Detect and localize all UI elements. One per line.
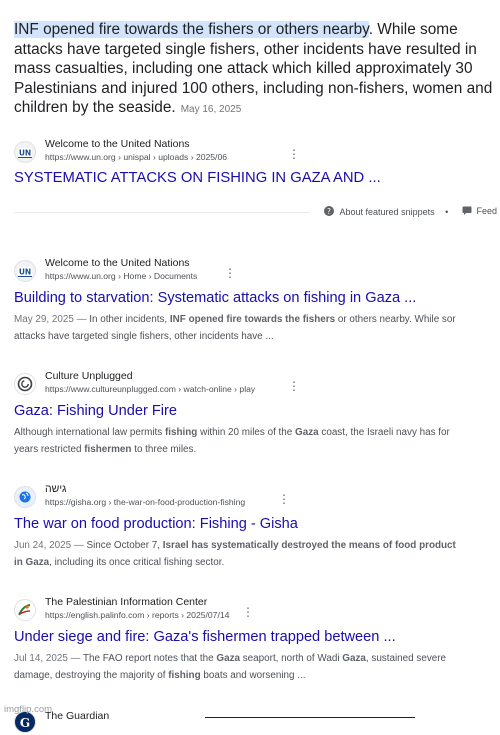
result-description: Jun 24, 2025 — Since October 7, Israel h… bbox=[14, 540, 456, 568]
source-url: https://www.cultureunplugged.com › watch… bbox=[45, 384, 256, 394]
un-logo-icon: UN bbox=[14, 141, 36, 163]
snippet-date: May 16, 2025 bbox=[180, 104, 242, 115]
result-source-guardian[interactable]: G The Guardian bbox=[14, 707, 500, 735]
source-name: Welcome to the United Nations bbox=[45, 257, 190, 269]
svg-text:G: G bbox=[20, 716, 30, 730]
result-description: Jul 14, 2025 — The FAO report notes that… bbox=[14, 653, 447, 681]
snippet-highlight: INF opened fire towards the fishers or o… bbox=[14, 21, 369, 38]
featured-source[interactable]: UN Welcome to the United Nations https:/… bbox=[14, 138, 500, 166]
more-options-icon[interactable]: ⋮ bbox=[288, 148, 300, 160]
result-title-link[interactable]: The war on food production: Fishing - Gi… bbox=[14, 516, 298, 532]
more-options-icon[interactable]: ⋮ bbox=[288, 380, 300, 392]
result-source-culture-unplugged[interactable]: Culture Unplugged https://www.cultureunp… bbox=[14, 370, 500, 398]
spiral-icon bbox=[14, 373, 36, 395]
result-title-link[interactable]: Gaza: Fishing Under Fire bbox=[14, 403, 177, 419]
divider bbox=[205, 717, 415, 718]
help-icon: ? bbox=[324, 206, 334, 216]
svg-text:?: ? bbox=[327, 207, 331, 216]
globe-icon bbox=[14, 486, 36, 508]
source-name: גישה bbox=[45, 483, 67, 495]
source-url: https://english.palinfo.com › reports › … bbox=[45, 610, 230, 620]
more-options-icon[interactable]: ⋮ bbox=[242, 606, 254, 618]
feedback-icon bbox=[462, 206, 472, 215]
feedback-link[interactable]: Feed bbox=[462, 206, 497, 216]
result-title-link[interactable]: Under siege and fire: Gaza's fishermen t… bbox=[14, 629, 396, 645]
source-url: https://www.un.org › Home › Documents bbox=[45, 271, 198, 281]
about-featured-snippets-link[interactable]: ? About featured snippets • bbox=[324, 206, 448, 217]
result-source-un[interactable]: UN Welcome to the United Nations https:/… bbox=[14, 257, 500, 285]
palinfo-logo-icon bbox=[14, 599, 36, 621]
result-source-gisha[interactable]: גישה https://gisha.org › the-war-on-food… bbox=[14, 483, 500, 511]
result-source-palinfo[interactable]: The Palestinian Information Center https… bbox=[14, 596, 500, 624]
un-logo-icon: UN bbox=[14, 260, 36, 282]
source-url: https://gisha.org › the-war-on-food-prod… bbox=[45, 497, 246, 507]
result-description: May 29, 2025 — In other incidents, INF o… bbox=[14, 314, 456, 342]
svg-text:UN: UN bbox=[19, 149, 31, 158]
source-name: Welcome to the United Nations bbox=[45, 138, 190, 150]
source-name: Culture Unplugged bbox=[45, 370, 133, 382]
featured-feedback-bar: ? About featured snippets • Feed bbox=[14, 206, 500, 220]
more-options-icon[interactable]: ⋮ bbox=[278, 493, 290, 505]
featured-title-link[interactable]: SYSTEMATIC ATTACKS ON FISHING IN GAZA AN… bbox=[14, 170, 381, 186]
watermark: imgflip.com bbox=[4, 704, 53, 715]
result-description: Although international law permits fishi… bbox=[14, 427, 450, 455]
featured-snippet-text: INF opened fire towards the fishers or o… bbox=[14, 20, 500, 120]
divider bbox=[14, 212, 310, 213]
svg-text:UN: UN bbox=[19, 268, 31, 277]
source-name: The Palestinian Information Center bbox=[45, 596, 208, 608]
source-url: https://www.un.org › unispal › uploads ›… bbox=[45, 152, 228, 162]
source-name: The Guardian bbox=[45, 710, 110, 722]
result-title-link[interactable]: Building to starvation: Systematic attac… bbox=[14, 290, 416, 306]
more-options-icon[interactable]: ⋮ bbox=[224, 267, 236, 279]
